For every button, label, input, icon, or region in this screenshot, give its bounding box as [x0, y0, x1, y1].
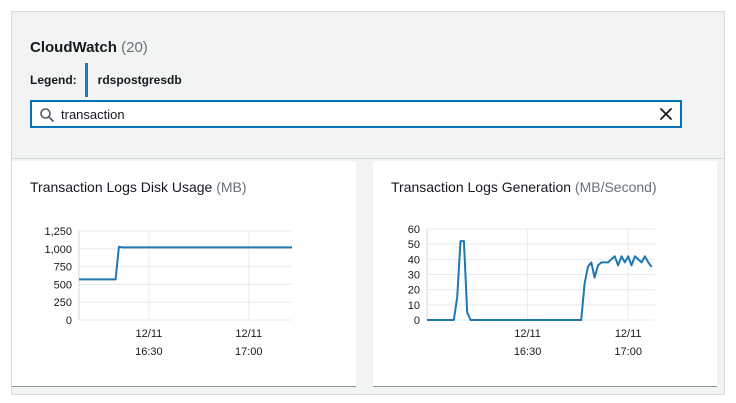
legend-swatch [84, 63, 88, 97]
y-tick-label: 750 [54, 262, 72, 274]
series-line [427, 240, 653, 321]
x-tick-label: 12/11 [514, 328, 541, 340]
x-tick-label: 12/11 [235, 328, 262, 340]
series-line [79, 245, 292, 281]
legend-item-label: rdspostgresdb [97, 73, 182, 87]
y-tick-label: 0 [66, 315, 72, 327]
y-tick-label: 1,000 [44, 244, 72, 256]
y-tick-label: 500 [54, 279, 72, 291]
x-tick-label: 16:30 [135, 346, 163, 358]
x-tick-label: 12/11 [615, 328, 642, 340]
chart-panel-disk-usage: Transaction Logs Disk Usage (MB) 1,250 1,… [12, 161, 356, 387]
y-tick-label: 250 [54, 297, 72, 309]
y-tick-label: 40 [408, 254, 420, 266]
y-tick-label: 20 [408, 285, 420, 297]
y-tick-label: 60 [408, 224, 420, 236]
x-tick-label: 12/11 [136, 328, 163, 340]
cloudwatch-header: CloudWatch (20) Legend: rdspostgresdb [12, 12, 724, 159]
metric-count: (20) [121, 39, 148, 56]
cloudwatch-widget-container: CloudWatch (20) Legend: rdspostgresdb Tr… [11, 11, 725, 395]
chart-panel-logs-generation: Transaction Logs Generation (MB/Second) … [373, 161, 717, 387]
y-tick-label: 30 [408, 270, 420, 282]
disk-usage-chart: 1,250 1,000 750 500 250 0 12/11 16:30 12/11 17:00 [44, 226, 292, 358]
x-tick-label: 17:00 [614, 346, 642, 358]
legend-label: Legend: [30, 73, 77, 87]
x-tick-label: 17:00 [235, 346, 263, 358]
y-tick-label: 1,250 [44, 226, 72, 238]
x-tick-label: 16:30 [514, 346, 542, 358]
search-input[interactable] [61, 104, 651, 124]
legend-item-rdspostgresdb[interactable]: rdspostgresdb [84, 63, 182, 97]
search-icon [40, 108, 54, 122]
y-tick-label: 50 [408, 239, 420, 251]
search-box[interactable] [30, 100, 682, 128]
y-tick-label: 10 [408, 300, 420, 312]
page-title-text: CloudWatch [30, 39, 117, 56]
y-tick-label: 0 [414, 315, 420, 327]
close-icon[interactable] [659, 107, 673, 121]
legend: Legend: rdspostgresdb [30, 63, 182, 97]
logs-generation-chart: 60 50 40 30 20 10 0 12/11 16:30 12/11 17:00 [408, 224, 655, 358]
page-title: CloudWatch (20) [30, 39, 148, 56]
